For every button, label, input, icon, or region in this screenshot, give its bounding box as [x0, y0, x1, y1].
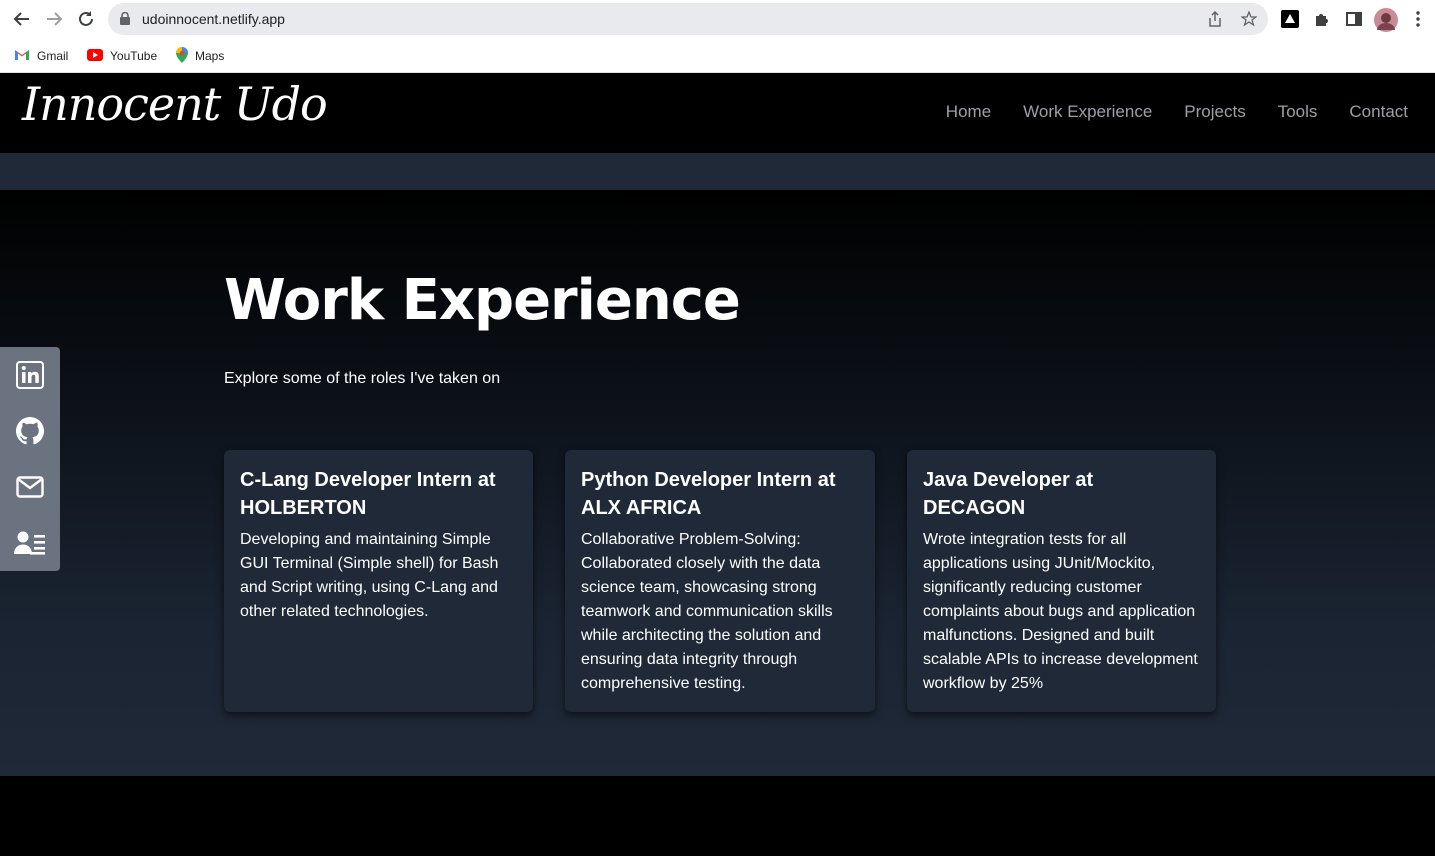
- share-icon[interactable]: [1208, 10, 1222, 32]
- nav-contact[interactable]: Contact: [1349, 102, 1408, 122]
- bookmark-maps[interactable]: Maps: [176, 46, 225, 66]
- forward-icon[interactable]: [42, 7, 66, 31]
- bookmark-youtube[interactable]: YouTube: [87, 47, 157, 65]
- mail-icon[interactable]: [14, 471, 46, 503]
- main-nav: Home Work Experience Projects Tools Cont…: [946, 102, 1408, 122]
- bookmark-label: Maps: [195, 49, 225, 63]
- experience-card: Java Developer at DECAGON Wrote integrat…: [907, 450, 1216, 712]
- footer: [0, 776, 1435, 856]
- experience-card: C-Lang Developer Intern at HOLBERTON Dev…: [224, 450, 533, 712]
- back-icon[interactable]: [10, 7, 34, 31]
- card-body: Developing and maintaining Simple GUI Te…: [240, 531, 499, 620]
- url-text: udoinnocent.netlify.app: [142, 11, 285, 27]
- card-body: Wrote integration tests for all applicat…: [923, 531, 1198, 692]
- card-title: C-Lang Developer Intern at HOLBERTON: [240, 469, 496, 519]
- nav-home[interactable]: Home: [946, 102, 991, 122]
- bookmark-star-icon[interactable]: [1240, 10, 1258, 32]
- browser-chrome: udoinnocent.netlify.app Gmail YouTube Ma…: [0, 0, 1435, 73]
- contact-card-icon[interactable]: [14, 527, 46, 559]
- more-menu-icon[interactable]: [1409, 10, 1427, 28]
- avatar[interactable]: [1374, 8, 1398, 32]
- section-title: Work Experience: [224, 268, 741, 333]
- side-panel-icon[interactable]: [1345, 10, 1363, 28]
- browser-toolbar: udoinnocent.netlify.app: [0, 0, 1435, 38]
- youtube-icon: [87, 48, 103, 64]
- bookmark-label: Gmail: [37, 49, 69, 63]
- linkedin-icon[interactable]: [14, 359, 46, 391]
- bookmark-gmail[interactable]: Gmail: [14, 47, 68, 65]
- address-bar[interactable]: udoinnocent.netlify.app: [108, 3, 1268, 35]
- maps-icon: [176, 46, 188, 66]
- section-subtitle: Explore some of the roles I've taken on: [224, 370, 501, 387]
- social-sidebar: [0, 347, 60, 571]
- card-body: Collaborative Problem-Solving: Collabora…: [581, 531, 833, 692]
- card-title: Java Developer at DECAGON: [923, 469, 1094, 519]
- nav-tools[interactable]: Tools: [1278, 102, 1318, 122]
- bookmark-label: YouTube: [110, 49, 158, 63]
- nav-work-experience[interactable]: Work Experience: [1023, 102, 1152, 122]
- reload-icon[interactable]: [74, 7, 98, 31]
- work-experience-section: Work Experience Explore some of the role…: [0, 190, 1435, 776]
- gmail-icon: [14, 49, 30, 64]
- lock-icon: [120, 11, 130, 30]
- puzzle-icon[interactable]: [1313, 10, 1331, 28]
- bookmarks-bar: Gmail YouTube Maps: [0, 42, 1435, 70]
- nav-projects[interactable]: Projects: [1184, 102, 1245, 122]
- card-title: Python Developer Intern at ALX AFRICA: [581, 469, 836, 519]
- github-icon[interactable]: [14, 415, 46, 447]
- site-header: Innocent Udo Home Work Experience Projec…: [0, 73, 1435, 153]
- header-divider-strip: [0, 153, 1435, 190]
- extension-icon[interactable]: [1281, 10, 1299, 28]
- experience-card: Python Developer Intern at ALX AFRICA Co…: [565, 450, 875, 712]
- site-logo[interactable]: Innocent Udo: [22, 77, 328, 131]
